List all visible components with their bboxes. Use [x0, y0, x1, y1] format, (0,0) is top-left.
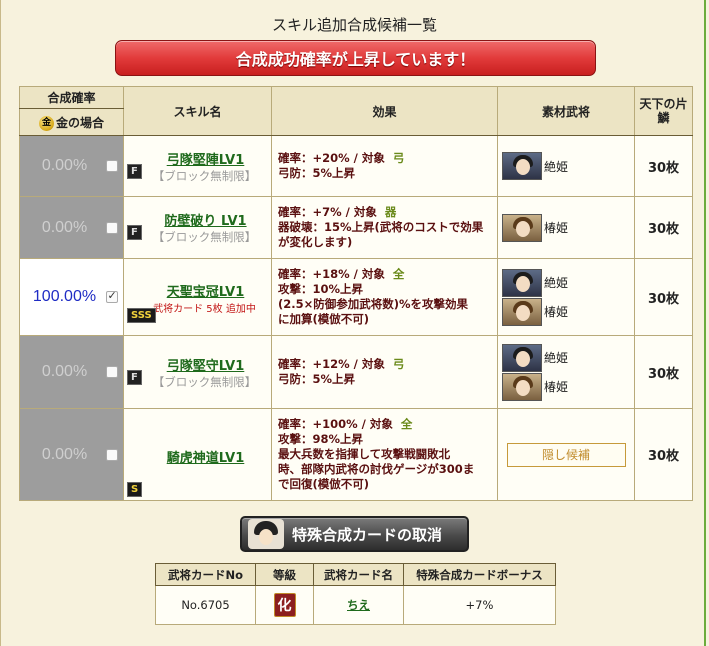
table-row: 100.00% SSS 天聖宝冠LV1 武将カード 5枚 追加中 確率：+18%… — [19, 258, 693, 336]
cost-cell: 30枚 — [634, 196, 693, 259]
general-portrait — [502, 213, 542, 242]
effect-cell: 確率：+7% / 対象器 器破壊：15%上昇(武将のコストで効果 が変化します) — [271, 196, 498, 259]
table-row: 0.00% F 弓隊堅守LV1 【ブロック無制限】 確率：+12% / 対象弓 … — [19, 335, 693, 409]
grade-badge: 化 — [273, 593, 296, 617]
skill-checkbox[interactable] — [105, 448, 118, 461]
rank-badge: SSS — [127, 308, 156, 323]
skill-checkbox[interactable] — [105, 221, 118, 234]
header-rate: 合成確率 — [19, 86, 124, 109]
cost-cell: 30枚 — [634, 335, 693, 409]
header-card-no: 武将カードNo — [155, 563, 256, 586]
grade-cell: 化 — [255, 585, 314, 625]
effect-cell: 確率：+18% / 対象全 攻撃：10%上昇 (2.5×防御参加武将数)%を攻撃… — [271, 258, 498, 336]
rank-badge: F — [127, 225, 142, 240]
target-type: 弓 — [392, 357, 405, 371]
skill-name-link[interactable]: 弓隊堅陣LV1 — [140, 149, 271, 168]
skill-name-link[interactable]: 防壁破り LV1 — [140, 210, 271, 229]
target-type: 器 — [384, 205, 397, 219]
header-card-bonus: 特殊合成カードボーナス — [403, 563, 556, 586]
cost-cell: 30枚 — [634, 408, 693, 501]
general-face-icon — [248, 519, 284, 549]
cost-cell: 30枚 — [634, 135, 693, 197]
general-portrait — [502, 268, 542, 297]
skill-candidate-table: 合成確率 スキル名 効果 素材武将 天下の片鱗 金金の場合 0.00% F 弓隊… — [19, 86, 693, 501]
header-rate-gold: 金金の場合 — [19, 108, 124, 136]
card-bonus: +7% — [403, 585, 556, 625]
gold-coin-icon: 金 — [38, 115, 54, 131]
rate-value: 0.00% — [41, 445, 88, 463]
card-name-link[interactable]: ちえ — [347, 598, 370, 612]
skill-cell: F 弓隊堅陣LV1 【ブロック無制限】 — [123, 135, 272, 197]
skill-name-link[interactable]: 弓隊堅守LV1 — [140, 355, 271, 374]
skill-block-label: 【ブロック無制限】 — [152, 374, 257, 389]
table-row: 0.00% F 防壁破り LV1 【ブロック無制限】 確率：+7% / 対象器 … — [19, 196, 693, 259]
target-type: 全 — [392, 267, 405, 281]
header-material: 素材武将 — [497, 86, 635, 136]
material-cell: 絶姫 — [497, 135, 635, 197]
general-portrait — [502, 297, 542, 326]
general-portrait — [502, 343, 542, 372]
rate-cell: 0.00% — [19, 408, 124, 501]
special-card-table: 武将カードNo 等級 武将カード名 特殊合成カードボーナス No.6705 化 … — [155, 563, 556, 625]
skill-cell: F 防壁破り LV1 【ブロック無制限】 — [123, 196, 272, 259]
material-general[interactable]: 椿姫 — [502, 297, 630, 326]
card-no: No.6705 — [155, 585, 256, 625]
material-general[interactable]: 絶姫 — [502, 343, 630, 372]
material-general[interactable]: 絶姫 — [502, 268, 630, 297]
rate-cell: 100.00% — [19, 258, 124, 336]
table-row: No.6705 化 ちえ +7% — [155, 585, 556, 625]
material-cell: 椿姫 — [497, 196, 635, 259]
skill-cell: SSS 天聖宝冠LV1 武将カード 5枚 追加中 — [123, 258, 272, 336]
rate-value: 0.00% — [41, 157, 88, 174]
material-cell: 絶姫 椿姫 — [497, 335, 635, 409]
material-general[interactable]: 絶姫 — [502, 152, 630, 180]
cost-cell: 30枚 — [634, 258, 693, 336]
skill-name-link[interactable]: 騎虎神道LV1 — [140, 447, 271, 466]
rate-cell: 0.00% — [19, 196, 124, 259]
rate-cell: 0.00% — [19, 335, 124, 409]
skill-block-label: 【ブロック無制限】 — [152, 168, 257, 183]
general-portrait — [502, 152, 542, 180]
skill-checkbox[interactable] — [105, 366, 118, 378]
table-row: 0.00% F 弓隊堅陣LV1 【ブロック無制限】 確率：+20% / 対象弓 … — [19, 135, 693, 197]
effect-cell: 確率：+100% / 対象全 攻撃：98%上昇 最大兵数を指揮して攻撃戦闘敗北 … — [271, 408, 498, 501]
rank-badge: S — [127, 482, 143, 497]
effect-cell: 確率：+12% / 対象弓 弓防：5%上昇 — [271, 335, 498, 409]
card-name-cell: ちえ — [313, 585, 404, 625]
target-type: 弓 — [392, 151, 405, 165]
success-rate-banner: 合成成功確率が上昇しています！ — [115, 40, 596, 76]
cancel-special-card-button[interactable]: 特殊合成カードの取消 — [240, 516, 469, 552]
effect-cell: 確率：+20% / 対象弓 弓防：5%上昇 — [271, 135, 498, 197]
header-card-name: 武将カード名 — [313, 563, 404, 586]
material-general[interactable]: 椿姫 — [502, 372, 630, 401]
skill-checkbox[interactable] — [105, 160, 118, 172]
skill-checkbox[interactable] — [105, 289, 118, 303]
material-cell: 絶姫 椿姫 — [497, 258, 635, 336]
skill-block-label: 【ブロック無制限】 — [152, 230, 257, 244]
skill-card-note: 武将カード 5枚 追加中 — [153, 304, 256, 315]
header-grade: 等級 — [255, 563, 314, 586]
rate-value: 0.00% — [41, 218, 88, 236]
rate-value: 100.00% — [32, 288, 97, 305]
material-general[interactable]: 椿姫 — [502, 213, 630, 242]
material-cell: 隠し候補 — [497, 408, 635, 501]
rank-badge: F — [127, 369, 142, 385]
target-type: 全 — [400, 417, 413, 431]
rate-cell: 0.00% — [19, 135, 124, 197]
rank-badge: F — [127, 163, 142, 179]
skill-cell: F 弓隊堅守LV1 【ブロック無制限】 — [123, 335, 272, 409]
page-title: スキル追加合成候補一覧 — [271, 16, 437, 34]
skill-name-link[interactable]: 天聖宝冠LV1 — [140, 281, 271, 300]
rate-value: 0.00% — [41, 363, 88, 380]
skill-cell: S 騎虎神道LV1 — [123, 408, 272, 501]
header-skill: スキル名 — [123, 86, 272, 136]
header-effect: 効果 — [271, 86, 498, 136]
table-row: 0.00% S 騎虎神道LV1 確率：+100% / 対象全 攻撃：98%上昇 … — [19, 408, 693, 501]
general-portrait — [502, 372, 542, 401]
hidden-candidate-button[interactable]: 隠し候補 — [506, 442, 626, 467]
header-cost: 天下の片鱗 — [634, 86, 693, 136]
